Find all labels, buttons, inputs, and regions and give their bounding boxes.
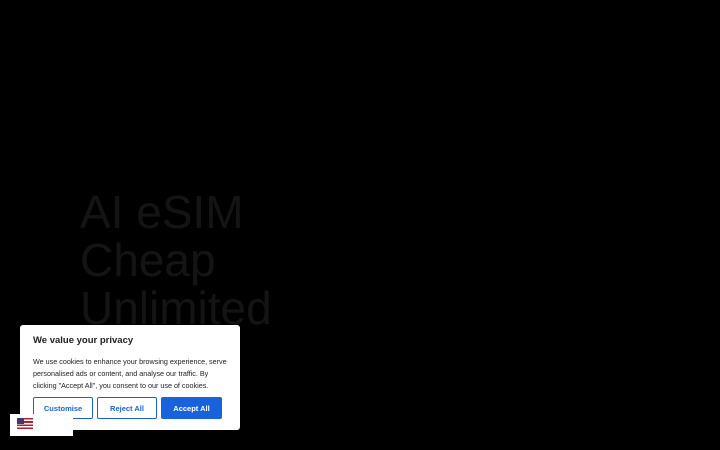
- hero-title-line-2: Cheap: [80, 234, 216, 286]
- reject-all-button[interactable]: Reject All: [97, 397, 157, 419]
- language-selector[interactable]: [10, 414, 73, 436]
- cookie-banner-text: We use cookies to enhance your browsing …: [33, 357, 227, 390]
- us-flag-icon: [17, 418, 33, 429]
- hero-title-line-1: AI eSIM: [80, 186, 244, 238]
- hero-title: AI eSIM Cheap Unlimited: [80, 188, 272, 332]
- cookie-banner-title: We value your privacy: [33, 335, 134, 346]
- accept-all-button[interactable]: Accept All: [161, 397, 222, 419]
- page: AI eSIM Cheap Unlimited We value your pr…: [0, 0, 720, 450]
